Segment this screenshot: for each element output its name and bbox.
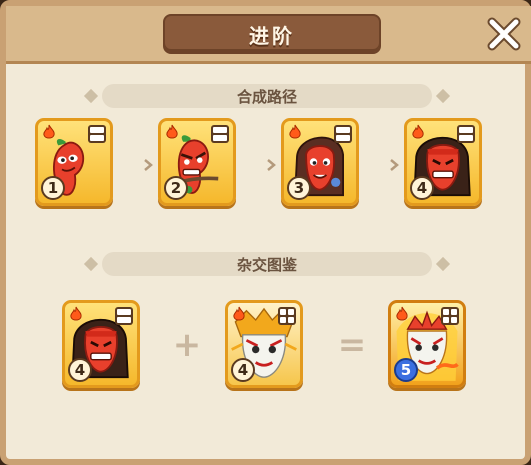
- upgrade-panel: 进阶 合成路径 1 2 3 4 杂交图鉴 4 + 4 = 5: [0, 0, 531, 465]
- flame-icon: [412, 124, 424, 139]
- diamond-ornament-right: [435, 256, 451, 272]
- flame-icon: [166, 124, 178, 139]
- flame-icon: [289, 124, 301, 139]
- grid-slot-icon: [211, 125, 229, 143]
- section-cross-bar: 杂交图鉴: [83, 252, 451, 276]
- cross-result-card[interactable]: 5: [388, 300, 466, 388]
- cross-card-1[interactable]: 4: [62, 300, 140, 388]
- level-badge: 4: [68, 358, 92, 382]
- grid-slot-icon: [334, 125, 352, 143]
- close-button[interactable]: [477, 12, 531, 56]
- page-title: 进阶: [249, 23, 295, 48]
- flame-icon: [233, 306, 245, 321]
- path-card-4[interactable]: 4: [404, 118, 482, 206]
- diamond-ornament-left: [83, 256, 99, 272]
- path-card-2[interactable]: 2: [158, 118, 236, 206]
- level-badge: 1: [41, 176, 65, 200]
- chevron-right-icon: [264, 158, 278, 172]
- level-badge: 4: [231, 358, 255, 382]
- grid-slot-icon: [278, 307, 296, 325]
- cross-card-2[interactable]: 4: [225, 300, 303, 388]
- plus-sign: +: [172, 325, 202, 365]
- level-badge: 3: [287, 176, 311, 200]
- grid-slot-icon: [457, 125, 475, 143]
- flame-icon: [396, 306, 408, 321]
- diamond-ornament-right: [435, 88, 451, 104]
- grid-slot-icon: [88, 125, 106, 143]
- flame-icon: [70, 306, 82, 321]
- level-badge: 5: [394, 358, 418, 382]
- level-badge: 2: [164, 176, 188, 200]
- path-card-3[interactable]: 3: [281, 118, 359, 206]
- grid-slot-icon: [115, 307, 133, 325]
- equals-sign: =: [337, 325, 367, 365]
- grid-slot-icon: [441, 307, 459, 325]
- level-badge: 4: [410, 176, 434, 200]
- flame-icon: [43, 124, 55, 139]
- diamond-ornament-left: [83, 88, 99, 104]
- close-icon: [487, 17, 521, 51]
- chevron-right-icon: [141, 158, 155, 172]
- section-cross-title: 杂交图鉴: [236, 255, 297, 274]
- section-path-title: 合成路径: [236, 87, 297, 106]
- title-plate: 进阶: [163, 14, 381, 54]
- section-path-bar: 合成路径: [83, 84, 451, 108]
- chevron-right-icon: [387, 158, 401, 172]
- path-card-1[interactable]: 1: [35, 118, 113, 206]
